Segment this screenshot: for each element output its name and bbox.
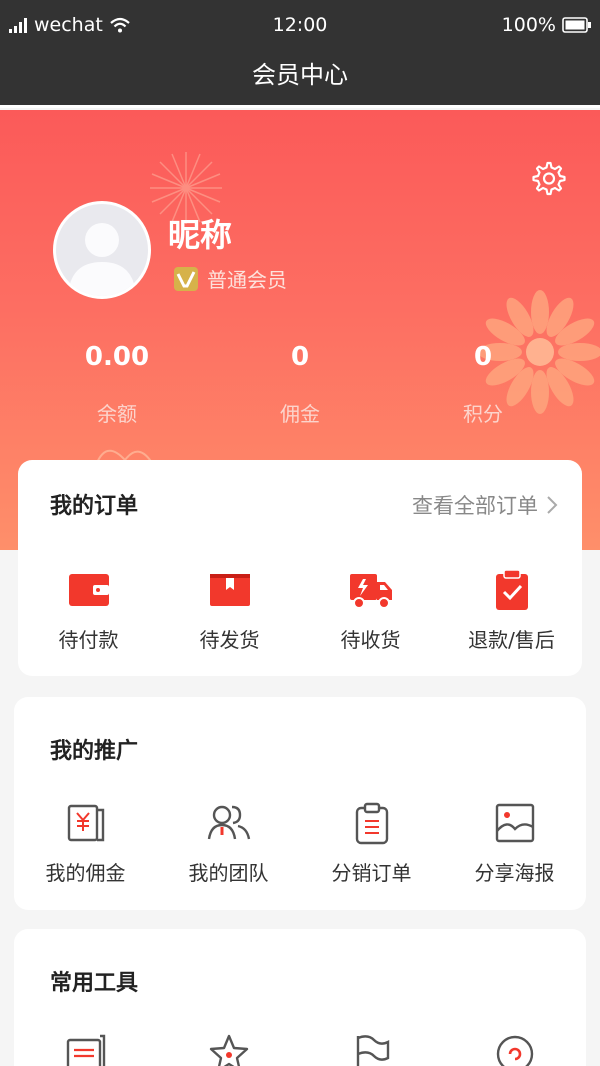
promotion-item-label: 我的团队: [188, 861, 269, 885]
tool-item-3[interactable]: [300, 1032, 443, 1066]
orders-grid: 待付款 待发货 待收货 退款/售后: [18, 568, 582, 653]
commission-icon: [67, 804, 104, 842]
stat-balance[interactable]: 0.00 余额: [17, 342, 217, 427]
promotion-grid: 我的佣金 我的团队 分销订单 分享海报: [14, 801, 586, 886]
truck-icon: [349, 574, 392, 609]
star-icon: [209, 1034, 248, 1066]
nickname: 昵称: [168, 216, 233, 254]
vip-badge-icon: [174, 266, 198, 291]
tool-item-1[interactable]: [14, 1032, 157, 1066]
battery-percent: 100%: [501, 14, 556, 36]
default-avatar-icon: [68, 223, 136, 296]
order-refund-aftersale[interactable]: 退款/售后: [441, 568, 582, 653]
promotion-card: 我的推广 我的佣金 我的团队 分销订单 分享海报: [14, 697, 586, 910]
nav-bar: 会员中心: [0, 52, 600, 108]
promotion-item-label: 我的佣金: [45, 861, 126, 885]
tool-item-4[interactable]: [443, 1032, 586, 1066]
promotion-item-label: 分享海报: [474, 861, 555, 885]
team-icon: [207, 805, 250, 840]
stat-label: 余额: [97, 402, 137, 426]
order-pending-receipt[interactable]: 待收货: [300, 568, 441, 653]
my-team[interactable]: 我的团队: [157, 801, 300, 886]
status-right: 100%: [502, 14, 592, 36]
order-item-label: 待收货: [340, 628, 401, 652]
page-title: 会员中心: [252, 61, 348, 89]
order-item-label: 待付款: [58, 628, 119, 652]
view-all-orders-label: 查看全部订单: [412, 494, 538, 518]
wallet-icon: [68, 574, 109, 606]
tools-title: 常用工具: [50, 971, 139, 996]
member-level: 普通会员: [173, 264, 287, 293]
promotion-item-label: 分销订单: [331, 861, 412, 885]
distribution-order-icon: [355, 802, 388, 845]
tool-item-2[interactable]: [157, 1032, 300, 1066]
avatar[interactable]: [53, 201, 151, 299]
order-item-label: 待发货: [199, 628, 260, 652]
flag-icon: [356, 1035, 389, 1066]
clipboard-check-icon: [495, 569, 528, 610]
poster-icon: [495, 803, 534, 843]
stat-points[interactable]: 0 积分: [383, 342, 583, 427]
target-icon: [496, 1035, 533, 1066]
stat-value: 0: [290, 342, 310, 372]
box-icon: [209, 574, 250, 606]
stat-value: 0.00: [84, 342, 150, 372]
chevron-right-icon: [547, 496, 558, 514]
status-bar: wechat 12:00 100%: [0, 0, 600, 52]
card-icon: [66, 1034, 105, 1066]
promotion-title: 我的推广: [50, 739, 139, 764]
stat-label: 积分: [463, 402, 503, 426]
order-pending-payment[interactable]: 待付款: [18, 568, 159, 653]
tools-grid: [14, 1032, 586, 1066]
my-commission[interactable]: 我的佣金: [14, 801, 157, 886]
stat-label: 佣金: [280, 402, 320, 426]
battery-icon: [562, 17, 591, 33]
stat-value: 0: [473, 342, 493, 372]
distribution-orders[interactable]: 分销订单: [300, 801, 443, 886]
order-item-label: 退款/售后: [468, 628, 555, 652]
view-all-orders-link[interactable]: 查看全部订单: [412, 490, 558, 520]
orders-card: 我的订单 查看全部订单 待付款 待发货 待收货 退款/售后: [18, 460, 582, 676]
order-pending-shipment[interactable]: 待发货: [159, 568, 300, 653]
member-level-label: 普通会员: [207, 268, 287, 292]
settings-gear-icon[interactable]: [531, 161, 567, 197]
orders-title: 我的订单: [50, 494, 139, 519]
tools-card: 常用工具: [14, 929, 586, 1066]
share-poster[interactable]: 分享海报: [443, 801, 586, 886]
stat-commission[interactable]: 0 佣金: [200, 342, 400, 427]
